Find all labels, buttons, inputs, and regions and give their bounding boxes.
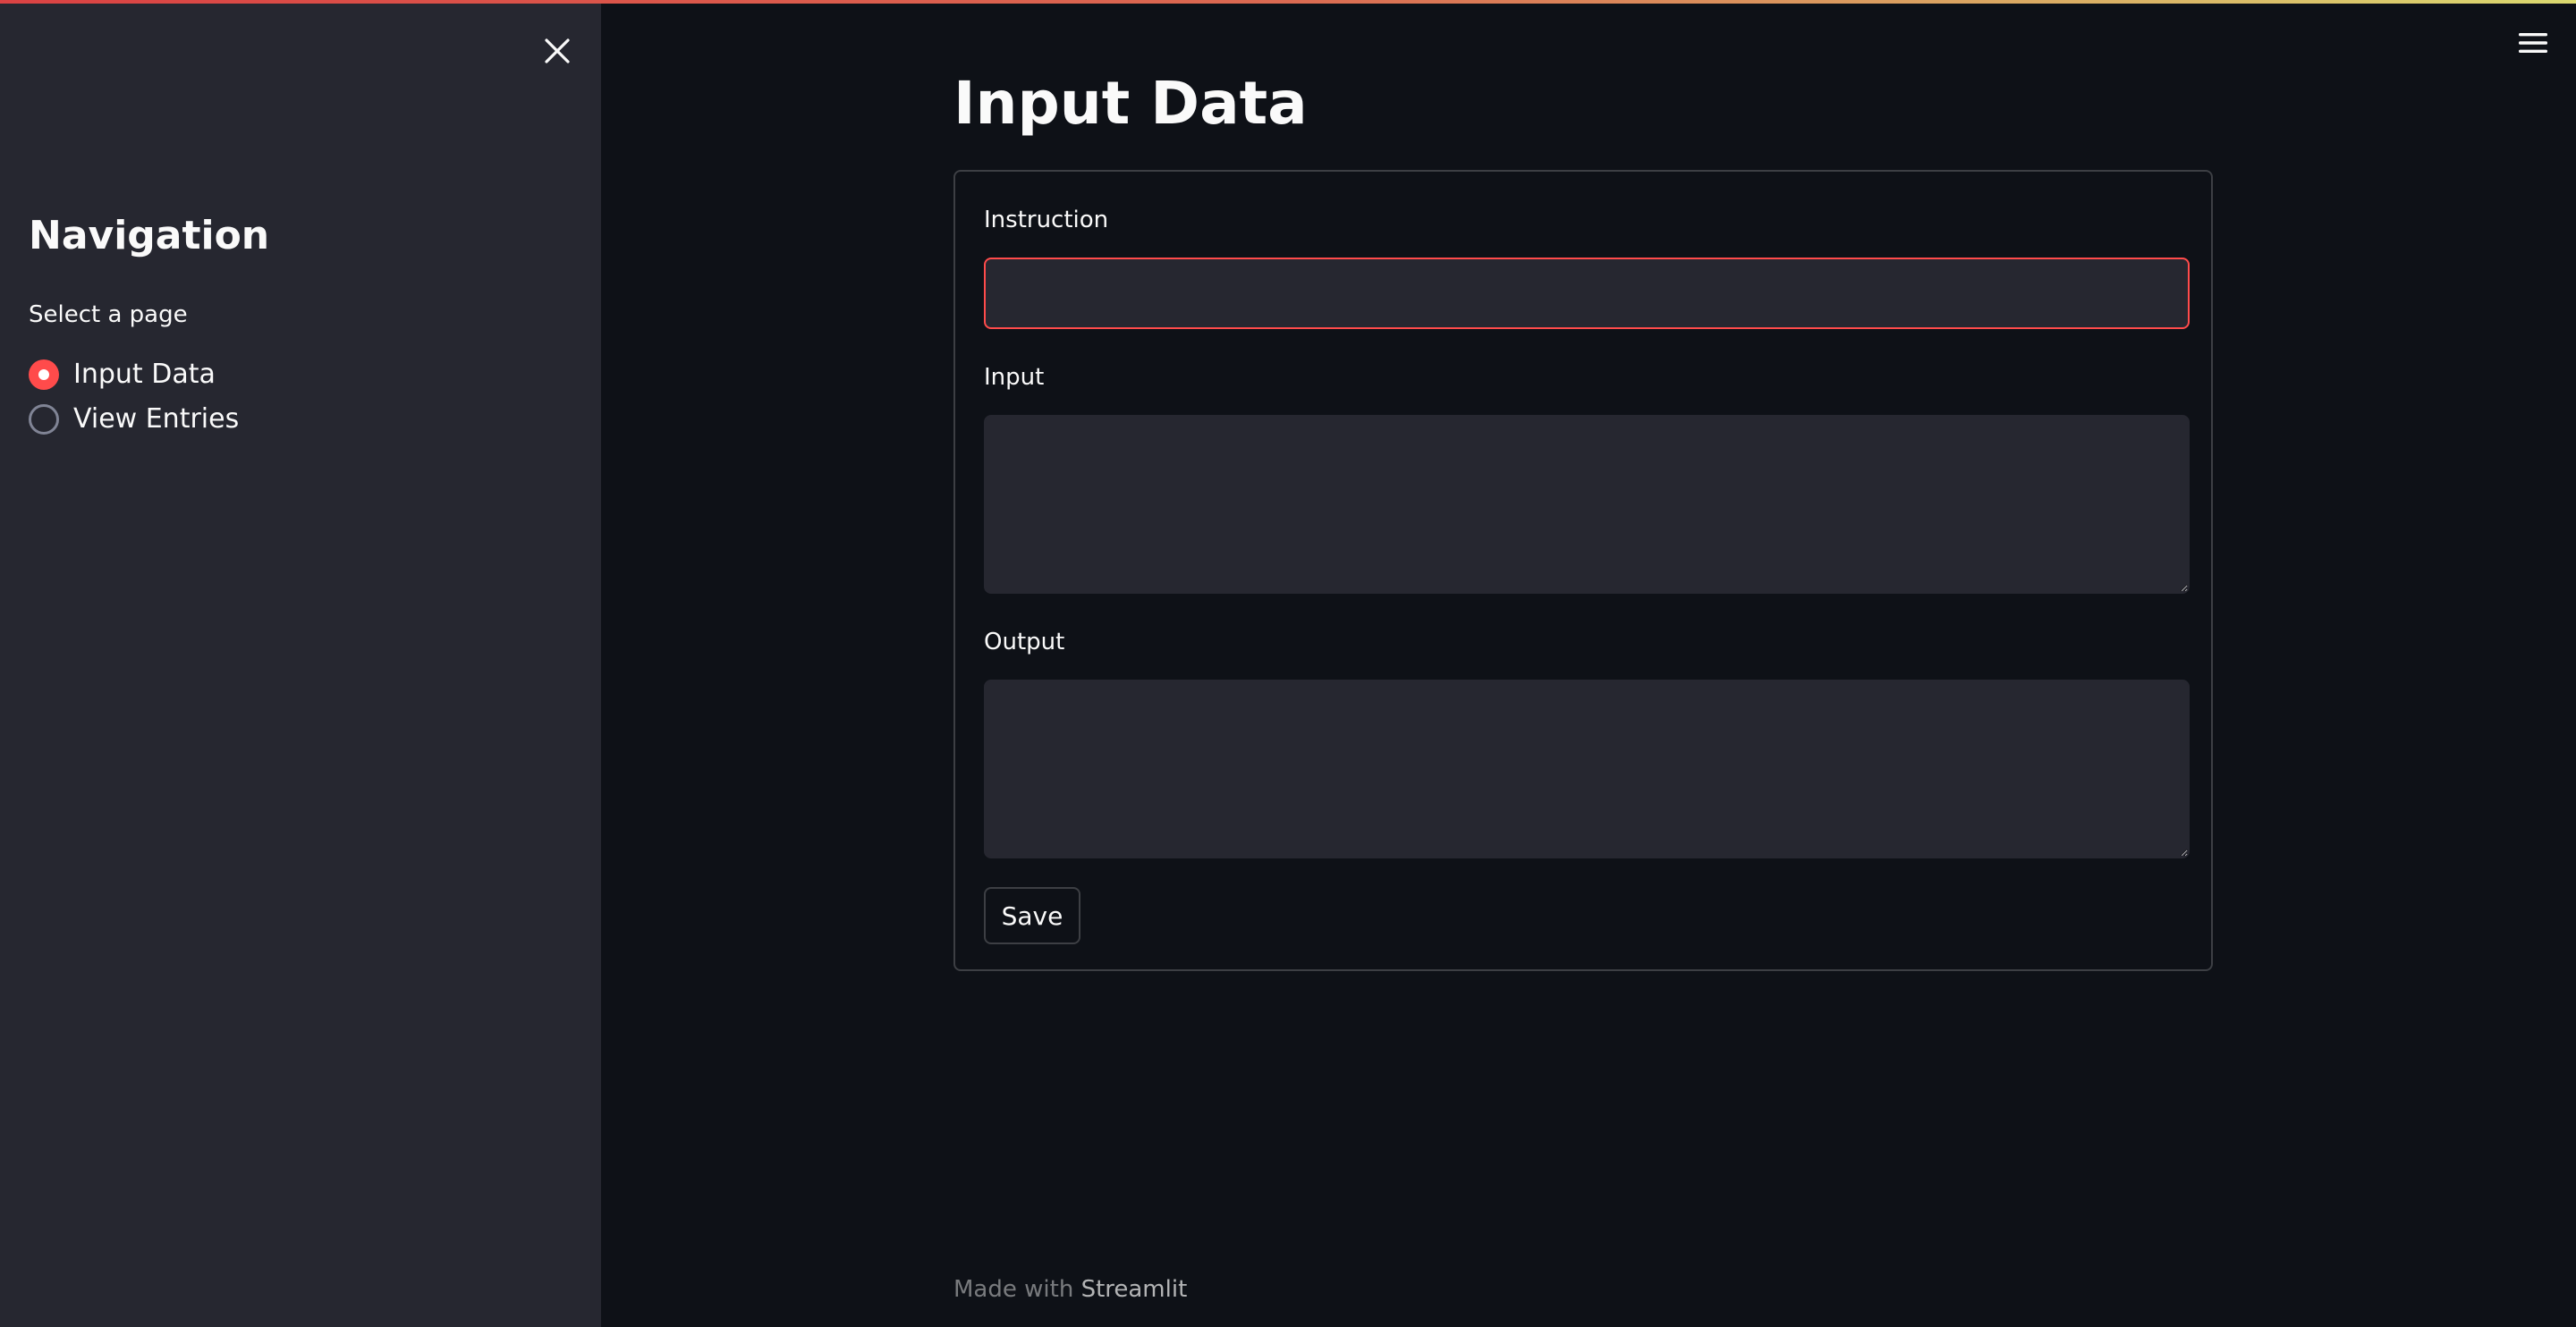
radio-option-view-entries[interactable]: View Entries <box>29 397 239 442</box>
radio-unchecked-icon[interactable] <box>29 404 59 435</box>
radio-group-label: Select a page <box>29 301 188 328</box>
page-title: Input Data <box>953 69 1308 138</box>
footer-brand-link[interactable]: Streamlit <box>1081 1276 1188 1303</box>
app-root: Navigation Select a page Input Data View… <box>0 0 2576 1327</box>
output-label: Output <box>984 629 1065 655</box>
save-button[interactable]: Save <box>984 887 1080 944</box>
radio-option-input-data[interactable]: Input Data <box>29 352 239 397</box>
output-textarea[interactable] <box>984 680 2190 858</box>
radio-option-label: Input Data <box>73 359 216 390</box>
hamburger-menu-icon <box>2519 33 2547 53</box>
footer-prefix: Made with <box>953 1276 1074 1303</box>
instruction-input[interactable] <box>984 258 2190 329</box>
input-form: Instruction Input Output Save <box>953 170 2213 971</box>
footer: Made with Streamlit <box>953 1273 1187 1306</box>
sidebar-title: Navigation <box>29 213 270 258</box>
page-radio-group: Input Data View Entries <box>29 352 239 442</box>
radio-option-label: View Entries <box>73 403 240 435</box>
input-textarea[interactable] <box>984 415 2190 594</box>
input-label: Input <box>984 364 1045 391</box>
sidebar: Navigation Select a page Input Data View… <box>0 4 601 1327</box>
close-sidebar-button[interactable] <box>538 32 576 70</box>
main-menu-button[interactable] <box>2515 25 2551 61</box>
radio-checked-icon[interactable] <box>29 359 59 390</box>
close-icon <box>545 38 570 63</box>
instruction-label: Instruction <box>984 207 1109 233</box>
